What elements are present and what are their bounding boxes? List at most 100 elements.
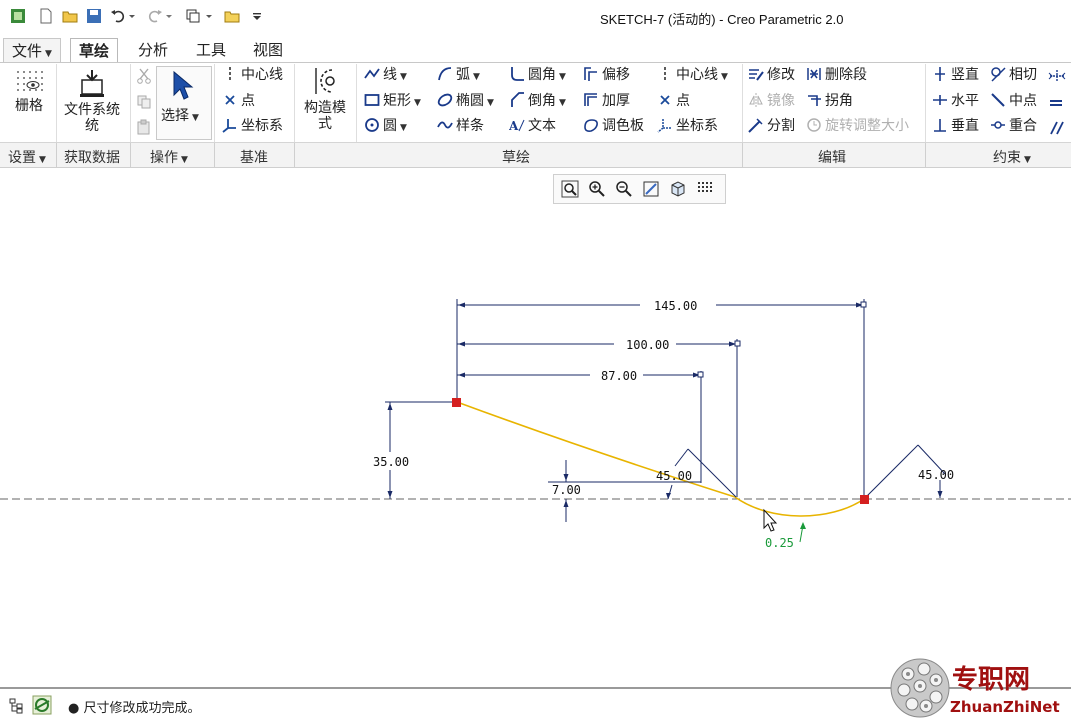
group-separator	[925, 143, 926, 167]
regenerate-dropdown-icon[interactable]	[205, 8, 213, 24]
dimension-100-text[interactable]: 100.00	[626, 338, 669, 352]
delete-segment-button[interactable]: 删除段	[806, 64, 867, 86]
tangent-constraint-button[interactable]: 相切	[990, 64, 1037, 86]
redo-dropdown-icon[interactable]	[165, 8, 173, 24]
datum-point-button[interactable]: 点	[222, 90, 255, 112]
fillet-button[interactable]: 圆角 ▼	[509, 64, 566, 86]
thicken-label: 加厚	[602, 93, 630, 109]
dimension-35-text[interactable]: 35.00	[373, 455, 409, 469]
equal-constraint-icon[interactable]	[1048, 95, 1066, 111]
refit-icon[interactable]	[560, 179, 580, 199]
repaint-icon[interactable]	[641, 179, 661, 199]
datum-coord-sys-button[interactable]: 坐标系	[222, 115, 283, 137]
mirror-button[interactable]: 镜像	[748, 90, 795, 112]
modify-button[interactable]: 修改	[748, 64, 795, 86]
sketch-endpoint[interactable]	[452, 398, 461, 407]
spline-icon	[437, 121, 453, 129]
sketch-endpoint[interactable]	[860, 495, 869, 504]
parallel-constraint-icon[interactable]	[1048, 120, 1066, 136]
cut-icon[interactable]	[136, 68, 152, 84]
redo-icon[interactable]	[147, 8, 163, 24]
ellipse-button[interactable]: 椭圆 ▼	[437, 90, 494, 112]
window-title: SKETCH-7 (活动的) - Creo Parametric 2.0	[600, 12, 844, 27]
chamfer-button[interactable]: 倒角 ▼	[509, 90, 566, 112]
group-constrain[interactable]: 约束 ▼	[993, 147, 1031, 167]
text-icon: A	[509, 119, 525, 133]
coordinate-system-icon	[657, 119, 671, 133]
coincident-constraint-label: 重合	[1009, 118, 1037, 134]
corner-icon	[808, 95, 821, 106]
chamfer-icon	[511, 92, 524, 107]
symmetric-constraint-icon[interactable]	[1047, 68, 1067, 84]
horizontal-constraint-button[interactable]: 水平	[932, 90, 979, 112]
sketch-arc-segment[interactable]	[734, 496, 865, 517]
construction-mode-button[interactable]: 构造模 式	[298, 66, 352, 132]
copy-icon[interactable]	[136, 94, 152, 110]
corner-button[interactable]: 拐角	[806, 90, 853, 112]
perpendicular-constraint-button[interactable]: 垂直	[932, 115, 979, 137]
tab-view[interactable]: 视图	[245, 38, 291, 62]
customize-qat-icon[interactable]	[252, 8, 262, 24]
thicken-button[interactable]: 加厚	[583, 90, 630, 112]
save-icon[interactable]	[86, 8, 102, 24]
circle-button[interactable]: 圆 ▼	[364, 115, 407, 137]
sketch-spline-segment[interactable]	[456, 401, 736, 498]
zoom-out-icon[interactable]	[614, 179, 634, 199]
group-setup[interactable]: 设置 ▼	[8, 147, 46, 167]
divide-button[interactable]: 分割	[748, 115, 795, 137]
tab-analysis[interactable]: 分析	[130, 38, 176, 62]
group-operations[interactable]: 操作 ▼	[150, 147, 188, 167]
sketch-canvas[interactable]: 145.00 100.00 87.00 35.00 7.00 45.00 45.…	[0, 203, 1071, 687]
rectangle-button[interactable]: 矩形 ▼	[364, 90, 421, 112]
fillet-icon	[511, 67, 524, 81]
select-button[interactable]: 选择 ▼	[156, 66, 212, 140]
sketch-point-button[interactable]: 点	[657, 90, 690, 112]
undo-dropdown-icon[interactable]	[128, 8, 136, 24]
offset-button[interactable]: 偏移	[583, 64, 630, 86]
dimension-7-text[interactable]: 7.00	[552, 483, 581, 497]
tab-tools[interactable]: 工具	[188, 38, 234, 62]
tab-sketch[interactable]: 草绘	[70, 38, 119, 64]
browser-icon[interactable]	[32, 695, 52, 715]
rotate-resize-button[interactable]: 旋转调整大小	[806, 115, 909, 137]
paste-icon[interactable]	[136, 119, 152, 135]
spline-button[interactable]: 样条	[437, 115, 484, 137]
sketch-centerline-button[interactable]: 中心线 ▼	[657, 64, 728, 86]
windows-icon[interactable]	[224, 8, 240, 24]
sketch-coord-sys-button[interactable]: 坐标系	[657, 115, 718, 137]
zoom-in-icon[interactable]	[587, 179, 607, 199]
tangent-constraint-icon	[991, 67, 1006, 82]
coincident-constraint-button[interactable]: 重合	[990, 115, 1037, 137]
datum-centerline-button[interactable]: 中心线	[222, 64, 283, 86]
ribbon-group-bar: 设置 ▼ 获取数据 操作 ▼ 基准 草绘 编辑 约束 ▼	[0, 142, 1071, 168]
arc-button[interactable]: 弧 ▼	[437, 64, 480, 86]
file-system-button[interactable]: 文件系统 统	[62, 68, 122, 134]
dimension-87-text[interactable]: 87.00	[601, 369, 637, 383]
line-button[interactable]: 线 ▼	[364, 64, 407, 86]
display-style-icon[interactable]	[668, 179, 688, 199]
text-button[interactable]: A 文本	[509, 115, 556, 137]
regenerate-icon[interactable]	[185, 8, 201, 24]
dimension-45-right-text[interactable]: 45.00	[918, 468, 954, 482]
grid-button[interactable]: 栅格	[6, 68, 52, 114]
palette-button[interactable]: 调色板	[583, 115, 644, 137]
undo-icon[interactable]	[110, 8, 126, 24]
midpoint-constraint-button[interactable]: 中点	[990, 90, 1037, 112]
datum-point-label: 点	[241, 93, 255, 109]
select-label: 选择	[161, 108, 189, 124]
dimension-45-left-text[interactable]: 45.00	[656, 469, 692, 483]
sketcher-display-filters-icon[interactable]	[695, 179, 715, 199]
group-operations-label: 操作	[150, 150, 178, 166]
delete-segment-icon	[807, 68, 821, 80]
mirror-label: 镜像	[767, 93, 795, 109]
model-tree-icon[interactable]	[8, 697, 26, 715]
new-file-icon[interactable]	[38, 8, 54, 24]
open-folder-icon[interactable]	[62, 8, 78, 24]
app-icon[interactable]	[10, 8, 26, 24]
datum-centerline-label: 中心线	[241, 67, 283, 83]
dimension-025-text[interactable]: 0.25	[765, 536, 794, 550]
tab-file[interactable]: 文件 ▼	[3, 38, 61, 62]
dimension-145-text[interactable]: 145.00	[654, 299, 697, 313]
text-label: 文本	[528, 118, 556, 134]
vertical-constraint-button[interactable]: 竖直	[932, 64, 979, 86]
